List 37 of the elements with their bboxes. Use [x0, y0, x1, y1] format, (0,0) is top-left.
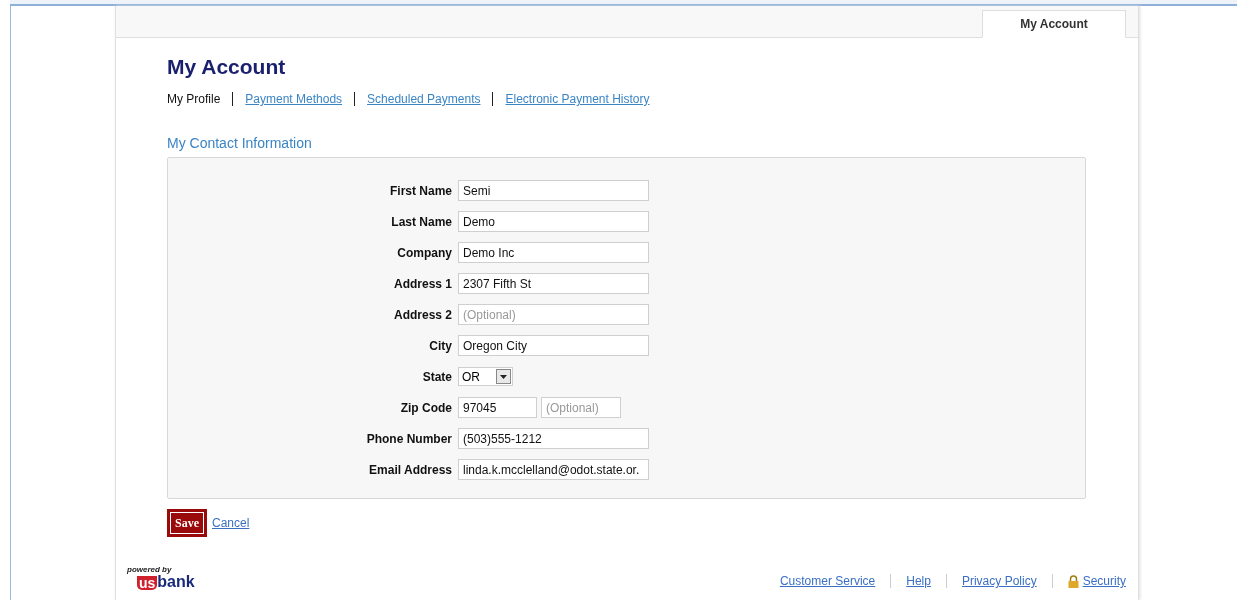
- save-button[interactable]: Save: [167, 509, 207, 537]
- tab[interactable]: My Account: [982, 10, 1126, 38]
- caret-icon: [496, 369, 511, 384]
- field-label: Address 1: [392, 275, 453, 293]
- input-field[interactable]: (Optional): [458, 304, 649, 325]
- lock-icon: [1067, 574, 1079, 588]
- profile-nav-link[interactable]: Scheduled Payments: [367, 90, 481, 108]
- input-field[interactable]: 97045: [458, 397, 537, 418]
- input-field[interactable]: linda.k.mcclelland@odot.state.or.: [458, 459, 649, 480]
- input-field[interactable]: Demo Inc: [458, 242, 649, 263]
- field-label: State: [421, 368, 453, 386]
- input-field[interactable]: 2307 Fifth St: [458, 273, 649, 294]
- profile-nav-link[interactable]: My Profile: [167, 90, 221, 108]
- field-label: Zip Code: [399, 399, 453, 417]
- input-field[interactable]: (503)555-1212: [458, 428, 649, 449]
- section-title: My Contact Information: [167, 134, 313, 153]
- state-dropdown[interactable]: OR: [458, 367, 513, 386]
- field-label: Last Name: [390, 213, 453, 231]
- cancel-link[interactable]: Cancel: [212, 514, 250, 532]
- footer-link[interactable]: Security: [1082, 572, 1126, 590]
- profile-nav-link[interactable]: Electronic Payment History: [505, 90, 650, 108]
- field-label: Phone Number: [365, 430, 453, 448]
- field-label: Email Address: [368, 461, 453, 479]
- field-label: City: [428, 337, 453, 355]
- input-field[interactable]: Demo: [458, 211, 649, 232]
- input-field[interactable]: Semi: [458, 180, 649, 201]
- input-field[interactable]: (Optional): [541, 397, 621, 418]
- field-label: First Name: [388, 182, 453, 200]
- footer-link[interactable]: Privacy Policy: [961, 572, 1037, 590]
- profile-nav-link[interactable]: Payment Methods: [245, 90, 343, 108]
- footer-link[interactable]: Help: [906, 572, 931, 590]
- footer-link[interactable]: Customer Service: [779, 572, 876, 590]
- input-field[interactable]: Oregon City: [458, 335, 649, 356]
- usbank-logo: powered by us bank: [127, 566, 195, 590]
- page-title: My Account: [167, 56, 287, 77]
- field-label: Company: [396, 244, 453, 262]
- field-label: Address 2: [392, 306, 453, 324]
